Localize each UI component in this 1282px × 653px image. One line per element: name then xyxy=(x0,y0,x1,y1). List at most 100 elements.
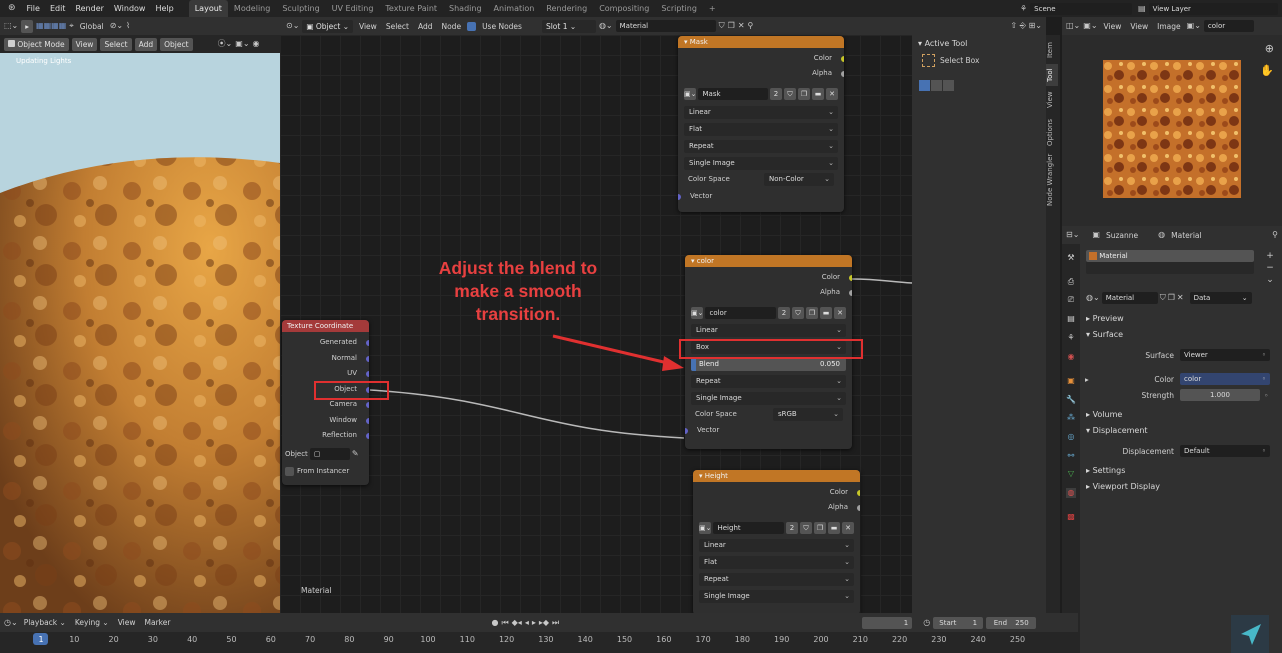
end-frame-field[interactable]: End 250 xyxy=(986,616,1037,629)
image-editor-canvas[interactable]: ⊕ ✋ xyxy=(1062,35,1282,226)
timeline-tick: 240 xyxy=(970,635,986,644)
object-tab-icon[interactable]: ▣ xyxy=(1066,376,1076,386)
slot-add-remove[interactable]: + − ⌄ xyxy=(1264,250,1276,286)
timeline-tick: 100 xyxy=(420,635,436,644)
highlight-box-object-output xyxy=(314,381,389,400)
image-view-menu[interactable]: View xyxy=(1127,22,1151,31)
paper-plane-icon xyxy=(1241,624,1261,645)
tool-tab-icon[interactable]: ⚒ xyxy=(1066,253,1076,263)
link-data-dropdown[interactable]: Data ⌄ xyxy=(1189,292,1252,304)
expand-arrow-icon[interactable]: ▸ xyxy=(1080,375,1094,384)
timeline-tick: 140 xyxy=(577,635,593,644)
texture-tab-icon[interactable]: ▩ xyxy=(1066,512,1076,522)
duplicate-icon[interactable]: ❐ xyxy=(1168,294,1175,302)
scene-tab-icon[interactable]: ⚘ xyxy=(1066,333,1076,343)
unlink-icon[interactable]: ✕ xyxy=(1177,294,1184,302)
selection-mode-icons[interactable] xyxy=(919,80,954,91)
preview-panel[interactable]: ▸ Preview xyxy=(1086,314,1124,323)
next-keyframe-icon[interactable]: ▸◆ xyxy=(539,618,549,627)
timeline-tick: 220 xyxy=(891,635,908,644)
sidebar-tab-view[interactable]: View xyxy=(1046,90,1058,110)
timeline-tick: 70 xyxy=(305,635,316,644)
keying-menu[interactable]: Keying ⌄ xyxy=(72,618,112,627)
material-tab-icon[interactable]: ◍ xyxy=(1066,488,1076,498)
select-box-icon xyxy=(922,54,935,67)
highlight-box-projection xyxy=(679,339,863,359)
image-editor-image-name[interactable]: color xyxy=(1203,20,1254,32)
color-input-field[interactable]: color ◦ xyxy=(1180,373,1270,385)
fake-user-icon[interactable]: ⛉ xyxy=(1160,294,1166,302)
timeline-tick: 190 xyxy=(774,635,790,644)
render-tab-icon[interactable]: ⎙ xyxy=(1066,277,1076,287)
node-sidebar: ▾ Active Tool Select Box xyxy=(912,35,1046,613)
material-slot-item[interactable]: Material xyxy=(1086,250,1254,262)
jump-start-icon[interactable]: ⏮ xyxy=(501,618,508,627)
timeline-editor-type-icon[interactable]: ◷⌄ xyxy=(4,618,18,627)
material-slot-list[interactable]: Material xyxy=(1086,250,1254,274)
material-icon: ◍ xyxy=(1158,230,1166,239)
image-mode-icon[interactable]: ▣⌄ xyxy=(1083,22,1097,30)
select-box-tool[interactable]: Select Box xyxy=(922,54,979,67)
strength-field[interactable]: 1.000 xyxy=(1180,389,1260,401)
data-tab-icon[interactable]: ▽ xyxy=(1066,469,1076,479)
constraints-tab-icon[interactable]: ⚯ xyxy=(1066,451,1076,461)
material-datablock-name[interactable]: Material xyxy=(1101,292,1158,304)
jump-end-icon[interactable]: ⏭ xyxy=(552,618,559,627)
output-tab-icon[interactable]: ⎚ xyxy=(1066,295,1076,305)
surface-shader-field[interactable]: Viewer ◦ xyxy=(1180,349,1270,361)
world-tab-icon[interactable]: ◉ xyxy=(1066,352,1076,362)
volume-panel[interactable]: ▸ Volume xyxy=(1086,410,1122,419)
displacement-row: Displacement Default ◦ xyxy=(1080,445,1282,457)
modifier-tab-icon[interactable]: 🔧 xyxy=(1066,395,1076,405)
displacement-panel[interactable]: ▾ Displacement xyxy=(1086,426,1148,435)
timeline-view-menu[interactable]: View xyxy=(115,618,139,627)
play-reverse-icon[interactable]: ◂ xyxy=(525,618,529,627)
material-swatch-icon xyxy=(1089,252,1097,260)
pan-hand-icon[interactable]: ✋ xyxy=(1260,65,1274,76)
material-datablock-row: ◍⌄ Material ⛉ ❐ ✕ Data ⌄ xyxy=(1086,292,1280,304)
active-tool-title[interactable]: ▾ Active Tool xyxy=(918,39,967,48)
sidebar-tab-tool[interactable]: Tool xyxy=(1046,64,1058,86)
timeline-tick: 110 xyxy=(459,635,475,644)
settings-panel[interactable]: ▸ Settings xyxy=(1086,466,1125,475)
sidebar-tab-item[interactable]: Item xyxy=(1046,40,1058,60)
sidebar-tab-options[interactable]: Options xyxy=(1046,116,1058,148)
material-browse-icon[interactable]: ◍⌄ xyxy=(1086,294,1100,302)
viewport-display-panel[interactable]: ▸ Viewport Display xyxy=(1086,482,1160,491)
sidebar-tab-node-wrangler[interactable]: Node Wrangler xyxy=(1046,152,1058,208)
zoom-icon[interactable]: ⊕ xyxy=(1265,43,1274,54)
color-texture-preview xyxy=(1103,60,1241,198)
image-editor-type-icon[interactable]: ◫⌄ xyxy=(1066,22,1080,30)
properties-object-name: Suzanne xyxy=(1105,230,1139,240)
physics-tab-icon[interactable]: ◎ xyxy=(1066,432,1076,442)
timeline-tick: 230 xyxy=(931,635,947,644)
timeline-tick: 30 xyxy=(147,635,158,644)
start-frame-field[interactable]: Start 1 xyxy=(933,616,984,629)
preview-range-icon[interactable]: ◷ xyxy=(923,618,930,627)
timeline-tick: 170 xyxy=(695,635,711,644)
image-browse-icon[interactable]: ▣⌄ xyxy=(1187,22,1201,30)
timeline-tick: 250 xyxy=(1009,635,1026,644)
timeline-tick: 50 xyxy=(226,635,237,644)
play-icon[interactable]: ▸ xyxy=(532,618,536,627)
image-view-mode[interactable]: View xyxy=(1101,22,1125,31)
prev-keyframe-icon[interactable]: ◆◂ xyxy=(512,618,522,627)
properties-header: ⊟⌄ ▣ Suzanne ◍ Material ⚲ xyxy=(1062,226,1282,244)
strength-socket-icon[interactable]: ◦ xyxy=(1260,391,1268,400)
timeline-tick: 90 xyxy=(383,635,394,644)
timeline-tick: 180 xyxy=(734,635,751,644)
particles-tab-icon[interactable]: ⁂ xyxy=(1066,413,1076,423)
current-frame-field[interactable]: 1 xyxy=(862,616,913,629)
surface-panel[interactable]: ▾ Surface xyxy=(1086,330,1123,339)
record-icon[interactable]: ● xyxy=(491,618,498,627)
view-layer-tab-icon[interactable]: ▤ xyxy=(1066,314,1076,324)
timeline-tick: 80 xyxy=(344,635,355,644)
timeline-tick: 60 xyxy=(265,635,276,644)
pin-icon[interactable]: ⚲ xyxy=(1272,231,1278,239)
properties-editor-type-icon[interactable]: ⊟⌄ xyxy=(1066,231,1079,239)
playback-menu[interactable]: Playback ⌄ xyxy=(21,618,69,627)
image-image-menu[interactable]: Image xyxy=(1154,22,1184,31)
displacement-field[interactable]: Default ◦ xyxy=(1180,445,1270,457)
marker-menu[interactable]: Marker xyxy=(142,618,174,627)
brand-logo-icon xyxy=(1231,615,1269,653)
